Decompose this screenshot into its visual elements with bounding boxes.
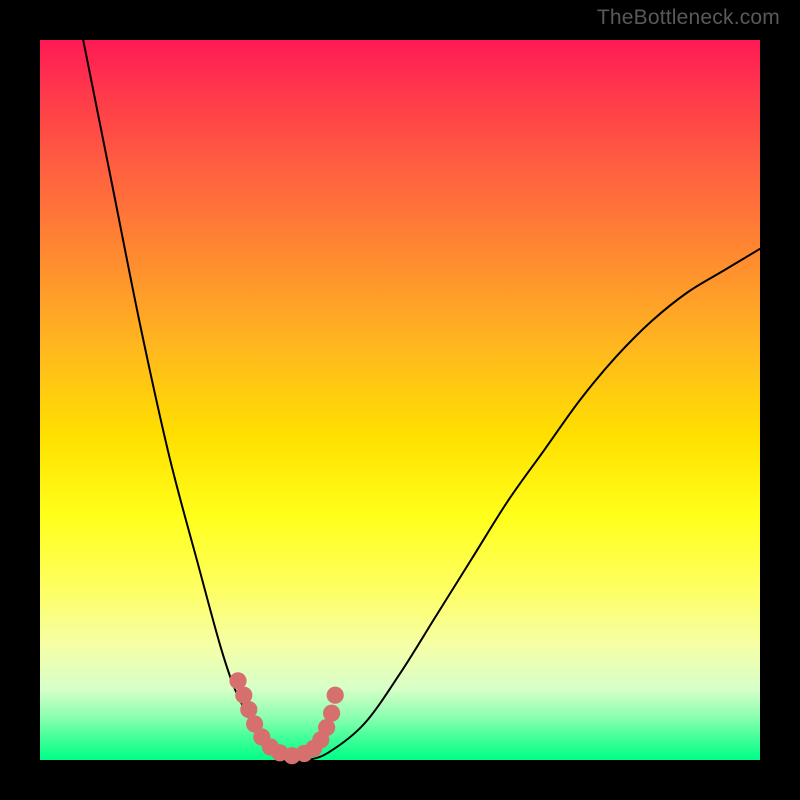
threshold-marker xyxy=(327,687,344,704)
chart-frame: TheBottleneck.com xyxy=(0,0,800,800)
watermark-text: TheBottleneck.com xyxy=(597,6,780,30)
plot-area xyxy=(40,40,760,760)
threshold-markers xyxy=(229,672,343,764)
threshold-marker xyxy=(323,705,340,722)
bottleneck-curve xyxy=(83,40,760,761)
curve-svg xyxy=(40,40,760,760)
